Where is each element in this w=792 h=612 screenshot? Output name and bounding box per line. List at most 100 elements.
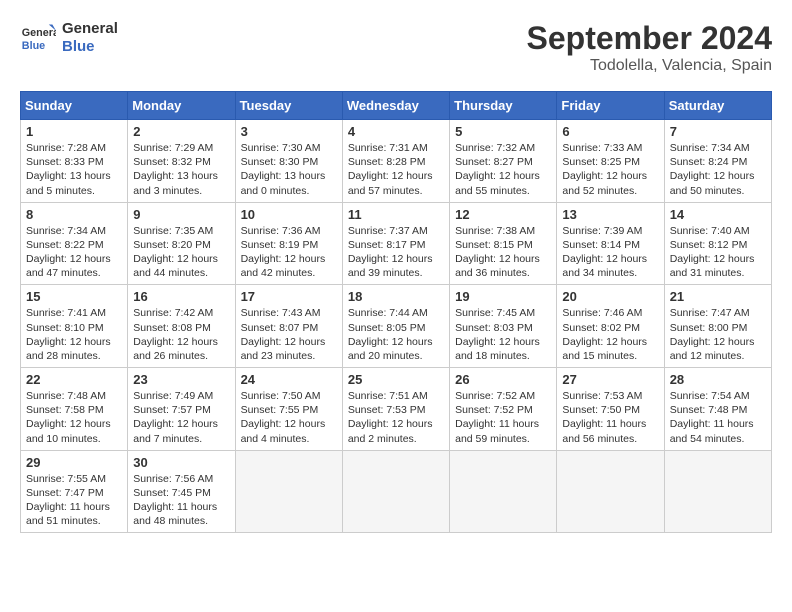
col-wednesday: Wednesday xyxy=(342,92,449,120)
day-number: 9 xyxy=(133,207,229,222)
svg-text:General: General xyxy=(22,27,56,39)
cell-info: Sunrise: 7:35 AM Sunset: 8:20 PM Dayligh… xyxy=(133,224,229,281)
table-row xyxy=(235,450,342,533)
day-number: 5 xyxy=(455,124,551,139)
cell-info: Sunrise: 7:28 AM Sunset: 8:33 PM Dayligh… xyxy=(26,141,122,198)
table-row: 14 Sunrise: 7:40 AM Sunset: 8:12 PM Dayli… xyxy=(664,202,771,285)
day-number: 13 xyxy=(562,207,658,222)
table-row xyxy=(557,450,664,533)
day-number: 24 xyxy=(241,372,337,387)
table-row: 20Sunrise: 7:46 AM Sunset: 8:02 PM Dayli… xyxy=(557,285,664,368)
title-area: September 2024 Todolella, Valencia, Spai… xyxy=(527,20,772,75)
cell-info: Sunrise: 7:49 AM Sunset: 7:57 PM Dayligh… xyxy=(133,389,229,446)
cell-info: Sunrise: 7:40 AM Sunset: 8:12 PM Dayligh… xyxy=(670,224,766,281)
table-row: 13Sunrise: 7:39 AM Sunset: 8:14 PM Dayli… xyxy=(557,202,664,285)
table-row: 8Sunrise: 7:34 AM Sunset: 8:22 PM Daylig… xyxy=(21,202,128,285)
cell-info: Sunrise: 7:29 AM Sunset: 8:32 PM Dayligh… xyxy=(133,141,229,198)
table-row: 1 Sunrise: 7:28 AM Sunset: 8:33 PM Daylig… xyxy=(21,120,128,203)
cell-info: Sunrise: 7:38 AM Sunset: 8:15 PM Dayligh… xyxy=(455,224,551,281)
day-number: 10 xyxy=(241,207,337,222)
cell-info: Sunrise: 7:36 AM Sunset: 8:19 PM Dayligh… xyxy=(241,224,337,281)
day-number: 26 xyxy=(455,372,551,387)
table-row xyxy=(450,450,557,533)
table-row: 5 Sunrise: 7:32 AM Sunset: 8:27 PM Daylig… xyxy=(450,120,557,203)
calendar-week-row: 1 Sunrise: 7:28 AM Sunset: 8:33 PM Daylig… xyxy=(21,120,772,203)
cell-info: Sunrise: 7:31 AM Sunset: 8:28 PM Dayligh… xyxy=(348,141,444,198)
table-row: 7 Sunrise: 7:34 AM Sunset: 8:24 PM Daylig… xyxy=(664,120,771,203)
table-row: 27 Sunrise: 7:53 AM Sunset: 7:50 PM Dayli… xyxy=(557,368,664,451)
day-number: 14 xyxy=(670,207,766,222)
logo-icon: General Blue xyxy=(20,20,56,56)
table-row: 15 Sunrise: 7:41 AM Sunset: 8:10 PM Dayli… xyxy=(21,285,128,368)
col-sunday: Sunday xyxy=(21,92,128,120)
cell-info: Sunrise: 7:34 AM Sunset: 8:24 PM Dayligh… xyxy=(670,141,766,198)
logo-line1: General xyxy=(62,20,118,38)
day-number: 7 xyxy=(670,124,766,139)
day-number: 28 xyxy=(670,372,766,387)
table-row: 25Sunrise: 7:51 AM Sunset: 7:53 PM Dayli… xyxy=(342,368,449,451)
table-row: 24 Sunrise: 7:50 AM Sunset: 7:55 PM Dayli… xyxy=(235,368,342,451)
cell-info: Sunrise: 7:54 AM Sunset: 7:48 PM Dayligh… xyxy=(670,389,766,446)
logo-line2: Blue xyxy=(62,38,118,56)
cell-info: Sunrise: 7:43 AM Sunset: 8:07 PM Dayligh… xyxy=(241,306,337,363)
table-row: 2 Sunrise: 7:29 AM Sunset: 8:32 PM Daylig… xyxy=(128,120,235,203)
table-row: 3 Sunrise: 7:30 AM Sunset: 8:30 PM Daylig… xyxy=(235,120,342,203)
day-number: 22 xyxy=(26,372,122,387)
table-row: 26Sunrise: 7:52 AM Sunset: 7:52 PM Dayli… xyxy=(450,368,557,451)
cell-info: Sunrise: 7:46 AM Sunset: 8:02 PM Dayligh… xyxy=(562,306,658,363)
cell-info: Sunrise: 7:56 AM Sunset: 7:45 PM Dayligh… xyxy=(133,472,229,529)
day-number: 1 xyxy=(26,124,122,139)
table-row: 29 Sunrise: 7:55 AM Sunset: 7:47 PM Dayli… xyxy=(21,450,128,533)
calendar-week-row: 8Sunrise: 7:34 AM Sunset: 8:22 PM Daylig… xyxy=(21,202,772,285)
col-thursday: Thursday xyxy=(450,92,557,120)
cell-info: Sunrise: 7:47 AM Sunset: 8:00 PM Dayligh… xyxy=(670,306,766,363)
table-row: 28 Sunrise: 7:54 AM Sunset: 7:48 PM Dayli… xyxy=(664,368,771,451)
table-row xyxy=(342,450,449,533)
col-tuesday: Tuesday xyxy=(235,92,342,120)
cell-info: Sunrise: 7:33 AM Sunset: 8:25 PM Dayligh… xyxy=(562,141,658,198)
svg-text:Blue: Blue xyxy=(22,40,45,52)
day-number: 29 xyxy=(26,455,122,470)
table-row: 9 Sunrise: 7:35 AM Sunset: 8:20 PM Daylig… xyxy=(128,202,235,285)
table-row: 18Sunrise: 7:44 AM Sunset: 8:05 PM Dayli… xyxy=(342,285,449,368)
cell-info: Sunrise: 7:41 AM Sunset: 8:10 PM Dayligh… xyxy=(26,306,122,363)
day-number: 30 xyxy=(133,455,229,470)
table-row: 6 Sunrise: 7:33 AM Sunset: 8:25 PM Daylig… xyxy=(557,120,664,203)
cell-info: Sunrise: 7:50 AM Sunset: 7:55 PM Dayligh… xyxy=(241,389,337,446)
day-number: 12 xyxy=(455,207,551,222)
day-number: 16 xyxy=(133,289,229,304)
cell-info: Sunrise: 7:55 AM Sunset: 7:47 PM Dayligh… xyxy=(26,472,122,529)
day-number: 2 xyxy=(133,124,229,139)
table-row: 11 Sunrise: 7:37 AM Sunset: 8:17 PM Dayli… xyxy=(342,202,449,285)
day-number: 6 xyxy=(562,124,658,139)
calendar-table: Sunday Monday Tuesday Wednesday Thursday… xyxy=(20,91,772,533)
col-friday: Friday xyxy=(557,92,664,120)
cell-info: Sunrise: 7:44 AM Sunset: 8:05 PM Dayligh… xyxy=(348,306,444,363)
header-row: Sunday Monday Tuesday Wednesday Thursday… xyxy=(21,92,772,120)
cell-info: Sunrise: 7:42 AM Sunset: 8:08 PM Dayligh… xyxy=(133,306,229,363)
calendar-week-row: 15 Sunrise: 7:41 AM Sunset: 8:10 PM Dayli… xyxy=(21,285,772,368)
table-row: 30 Sunrise: 7:56 AM Sunset: 7:45 PM Dayli… xyxy=(128,450,235,533)
day-number: 25 xyxy=(348,372,444,387)
table-row: 10 Sunrise: 7:36 AM Sunset: 8:19 PM Dayli… xyxy=(235,202,342,285)
calendar-week-row: 22 Sunrise: 7:48 AM Sunset: 7:58 PM Dayli… xyxy=(21,368,772,451)
cell-info: Sunrise: 7:53 AM Sunset: 7:50 PM Dayligh… xyxy=(562,389,658,446)
day-number: 19 xyxy=(455,289,551,304)
cell-info: Sunrise: 7:48 AM Sunset: 7:58 PM Dayligh… xyxy=(26,389,122,446)
col-saturday: Saturday xyxy=(664,92,771,120)
cell-info: Sunrise: 7:37 AM Sunset: 8:17 PM Dayligh… xyxy=(348,224,444,281)
table-row: 22 Sunrise: 7:48 AM Sunset: 7:58 PM Dayli… xyxy=(21,368,128,451)
day-number: 27 xyxy=(562,372,658,387)
table-row: 19 Sunrise: 7:45 AM Sunset: 8:03 PM Dayli… xyxy=(450,285,557,368)
table-row: 17 Sunrise: 7:43 AM Sunset: 8:07 PM Dayli… xyxy=(235,285,342,368)
table-row: 4 Sunrise: 7:31 AM Sunset: 8:28 PM Daylig… xyxy=(342,120,449,203)
day-number: 3 xyxy=(241,124,337,139)
cell-info: Sunrise: 7:30 AM Sunset: 8:30 PM Dayligh… xyxy=(241,141,337,198)
day-number: 17 xyxy=(241,289,337,304)
table-row: 21Sunrise: 7:47 AM Sunset: 8:00 PM Dayli… xyxy=(664,285,771,368)
day-number: 15 xyxy=(26,289,122,304)
cell-info: Sunrise: 7:45 AM Sunset: 8:03 PM Dayligh… xyxy=(455,306,551,363)
day-number: 4 xyxy=(348,124,444,139)
cell-info: Sunrise: 7:32 AM Sunset: 8:27 PM Dayligh… xyxy=(455,141,551,198)
day-number: 11 xyxy=(348,207,444,222)
